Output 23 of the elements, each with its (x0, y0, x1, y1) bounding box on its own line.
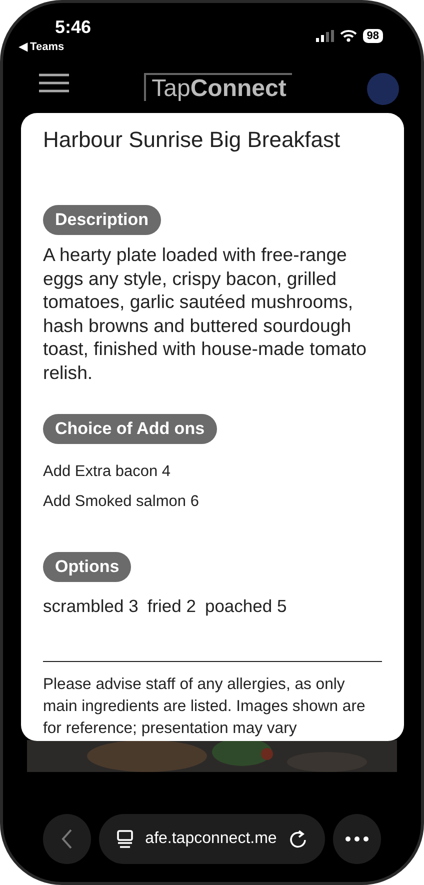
add-on-item[interactable]: Add Extra bacon 4 (43, 462, 382, 482)
menu-icon[interactable] (39, 73, 69, 93)
battery-level: 98 (362, 29, 383, 43)
option-item[interactable]: fried 2 (147, 596, 196, 617)
reload-icon[interactable] (288, 830, 307, 848)
section-heading: Options (43, 552, 132, 582)
more-icon (344, 836, 369, 842)
option-item[interactable]: scrambled 3 (43, 596, 138, 617)
chevron-left-icon (60, 828, 74, 850)
section-heading: Choice of Add ons (43, 414, 217, 444)
wifi-icon (340, 30, 357, 42)
signal-icon (316, 30, 334, 42)
status-time: 5:46 (55, 17, 92, 38)
address-bar[interactable]: afe.tapconnect.me (99, 814, 325, 864)
item-title: Harbour Sunrise Big Breakfast (43, 127, 342, 153)
allergy-notice: Please advise staff of any allergies, as only main ingredients are listed. Images shown are for reference; presentation may vary (43, 675, 366, 739)
tabs-icon[interactable] (117, 830, 134, 848)
description-text: A hearty plate loaded with free-range eggs any style, crispy bacon, grilled tomatoes, garlic sautéed mushrooms, hash browns and buttered sourdough toast, finished with house-made tomato relish. (43, 243, 368, 384)
section-heading: Description (43, 205, 161, 235)
option-item[interactable]: poached 5 (204, 596, 287, 617)
logo: TapConnect (144, 73, 292, 101)
back-to-app-link[interactable]: ◀ Teams (19, 40, 92, 53)
add-on-item[interactable]: Add Smoked salmon 6 (43, 492, 382, 512)
